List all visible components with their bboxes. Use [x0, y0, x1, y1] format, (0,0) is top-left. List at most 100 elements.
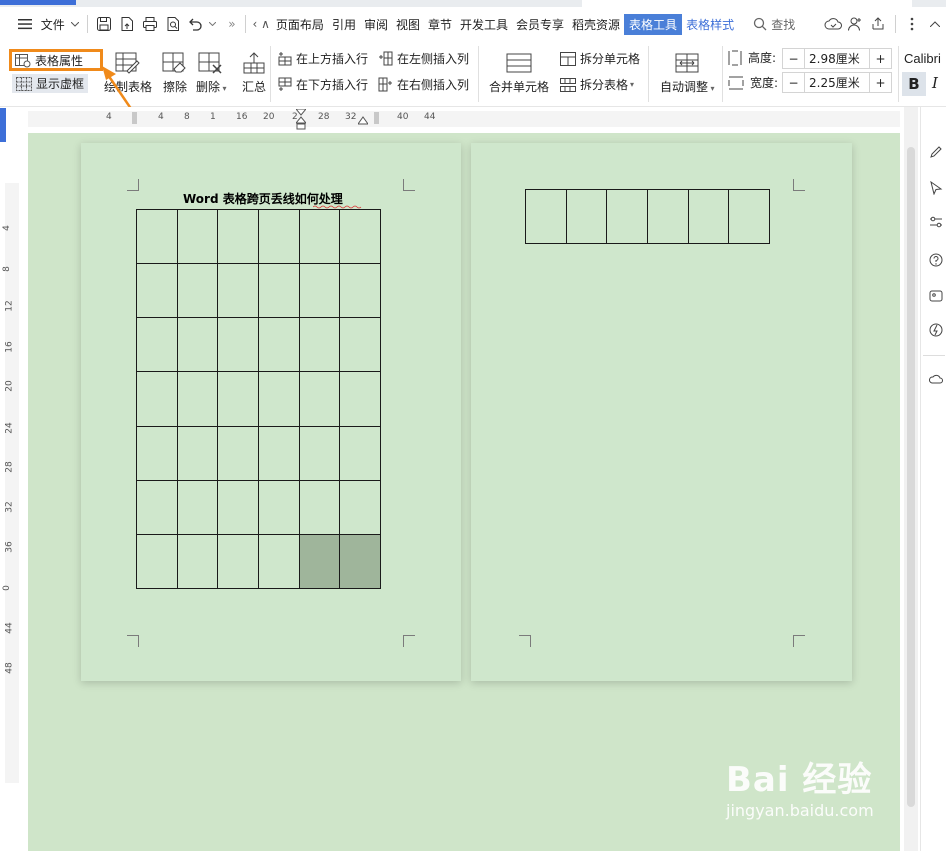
- tab-docer[interactable]: 稻壳资源: [568, 16, 624, 33]
- tab-review[interactable]: 审阅: [360, 16, 392, 33]
- table-cell[interactable]: [339, 263, 381, 319]
- insert-col-left-button[interactable]: 在左侧插入列: [378, 50, 469, 67]
- print-icon[interactable]: [139, 12, 162, 36]
- table-cell[interactable]: [257, 263, 300, 319]
- cloud-sync-icon[interactable]: [821, 12, 844, 36]
- table-cell[interactable]: [176, 263, 219, 319]
- table-cell[interactable]: [339, 479, 381, 535]
- adjust-sliders-icon[interactable]: [927, 213, 945, 231]
- table-cell[interactable]: [176, 208, 219, 265]
- hamburger-menu-icon[interactable]: [14, 12, 37, 36]
- table-cell[interactable]: [525, 189, 567, 244]
- table-cell[interactable]: [217, 317, 259, 373]
- split-table-dropdown-icon[interactable]: ▾: [630, 80, 634, 89]
- edit-pen-icon[interactable]: [927, 143, 945, 161]
- print-preview-icon[interactable]: [161, 12, 184, 36]
- tab-table-tools[interactable]: 表格工具: [624, 13, 683, 35]
- save-icon[interactable]: [93, 12, 116, 36]
- summary-button[interactable]: 汇总: [242, 48, 266, 95]
- more-options-icon[interactable]: [901, 12, 924, 36]
- width-decrease-button[interactable]: −: [783, 73, 805, 92]
- help-icon[interactable]: [927, 251, 945, 269]
- italic-button[interactable]: I: [932, 74, 938, 92]
- collapse-ribbon-icon[interactable]: [923, 12, 946, 36]
- table-cell[interactable]: [136, 479, 178, 535]
- height-decrease-button[interactable]: −: [783, 49, 805, 68]
- search-label[interactable]: 查找: [767, 16, 799, 33]
- scroll-tabs-left-icon[interactable]: ‹ ∧: [251, 17, 272, 31]
- undo-icon[interactable]: [184, 12, 207, 36]
- lightning-icon[interactable]: [927, 321, 945, 339]
- tab-developer[interactable]: 开发工具: [456, 16, 512, 33]
- table-cell[interactable]: [176, 479, 219, 535]
- undo-dropdown-icon[interactable]: [207, 12, 218, 36]
- file-menu[interactable]: 文件: [37, 16, 69, 33]
- row-height-stepper[interactable]: − 2.98厘米 +: [782, 48, 892, 69]
- width-increase-button[interactable]: +: [869, 73, 891, 92]
- tab-page-layout[interactable]: 页面布局: [272, 16, 328, 33]
- more-commands-icon[interactable]: »: [224, 17, 239, 31]
- table-cell[interactable]: [298, 479, 341, 535]
- erase-button[interactable]: 擦除: [162, 48, 188, 95]
- table-cell[interactable]: [339, 371, 381, 427]
- table-cell[interactable]: [298, 371, 341, 427]
- table-cell[interactable]: [176, 371, 219, 427]
- merge-cells-button[interactable]: 合并单元格: [489, 48, 549, 95]
- table-cell[interactable]: [257, 208, 300, 265]
- font-name-box[interactable]: Calibri: [904, 51, 941, 66]
- width-value[interactable]: 2.25厘米: [805, 73, 869, 92]
- split-cells-button[interactable]: 拆分单元格: [560, 50, 640, 67]
- search-icon[interactable]: [752, 12, 767, 36]
- show-gridlines-button[interactable]: 显示虚框: [12, 74, 89, 93]
- table-cell[interactable]: [217, 425, 259, 481]
- table-properties-button[interactable]: 表格属性: [15, 52, 83, 69]
- tab-table-style[interactable]: 表格样式: [682, 16, 738, 33]
- table-cell[interactable]: [646, 189, 689, 244]
- table-cell[interactable]: [136, 208, 178, 265]
- table-cell[interactable]: [217, 479, 259, 535]
- split-table-button[interactable]: 拆分表格 ▾: [560, 76, 634, 93]
- table-cell[interactable]: [136, 371, 178, 427]
- bold-button[interactable]: B: [902, 72, 926, 96]
- table-cell[interactable]: [217, 263, 259, 319]
- page2-table[interactable]: [525, 189, 770, 244]
- vertical-scrollbar[interactable]: [904, 107, 918, 851]
- table-cell[interactable]: [176, 533, 219, 590]
- table-cell[interactable]: [298, 533, 341, 590]
- table-cell[interactable]: [257, 479, 300, 535]
- tab-view[interactable]: 视图: [392, 16, 424, 33]
- tab-chapter[interactable]: 章节: [424, 16, 456, 33]
- height-increase-button[interactable]: +: [869, 49, 891, 68]
- table-cell[interactable]: [217, 533, 259, 590]
- height-value[interactable]: 2.98厘米: [805, 49, 869, 68]
- table-cell[interactable]: [257, 371, 300, 427]
- table-cell[interactable]: [687, 189, 730, 244]
- col-width-stepper[interactable]: − 2.25厘米 +: [782, 72, 892, 93]
- table-cell[interactable]: [257, 425, 300, 481]
- auto-adjust-button[interactable]: 自动调整 ▾: [660, 48, 715, 95]
- document-tab[interactable]: [582, 0, 912, 7]
- table-cell[interactable]: [257, 317, 300, 373]
- cursor-select-icon[interactable]: [927, 179, 945, 197]
- right-indent-marker-icon[interactable]: [358, 115, 368, 125]
- table-cell[interactable]: [728, 189, 770, 244]
- insert-col-right-button[interactable]: 在右侧插入列: [378, 76, 469, 93]
- table-cell[interactable]: [298, 208, 341, 265]
- export-pdf-icon[interactable]: [116, 12, 139, 36]
- table-cell[interactable]: [298, 425, 341, 481]
- page1-table[interactable]: [136, 208, 381, 590]
- tab-member[interactable]: 会员专享: [512, 16, 568, 33]
- table-cell[interactable]: [136, 425, 178, 481]
- table-cell[interactable]: [339, 317, 381, 373]
- table-cell[interactable]: [176, 425, 219, 481]
- tab-references[interactable]: 引用: [328, 16, 360, 33]
- table-cell[interactable]: [339, 425, 381, 481]
- table-cell[interactable]: [606, 189, 648, 244]
- scrollbar-thumb[interactable]: [907, 147, 915, 807]
- table-cell[interactable]: [257, 533, 300, 590]
- table-cell[interactable]: [298, 317, 341, 373]
- page-2[interactable]: [471, 143, 852, 681]
- image-tool-icon[interactable]: [927, 287, 945, 305]
- table-cell[interactable]: [217, 208, 259, 265]
- table-cell[interactable]: [565, 189, 608, 244]
